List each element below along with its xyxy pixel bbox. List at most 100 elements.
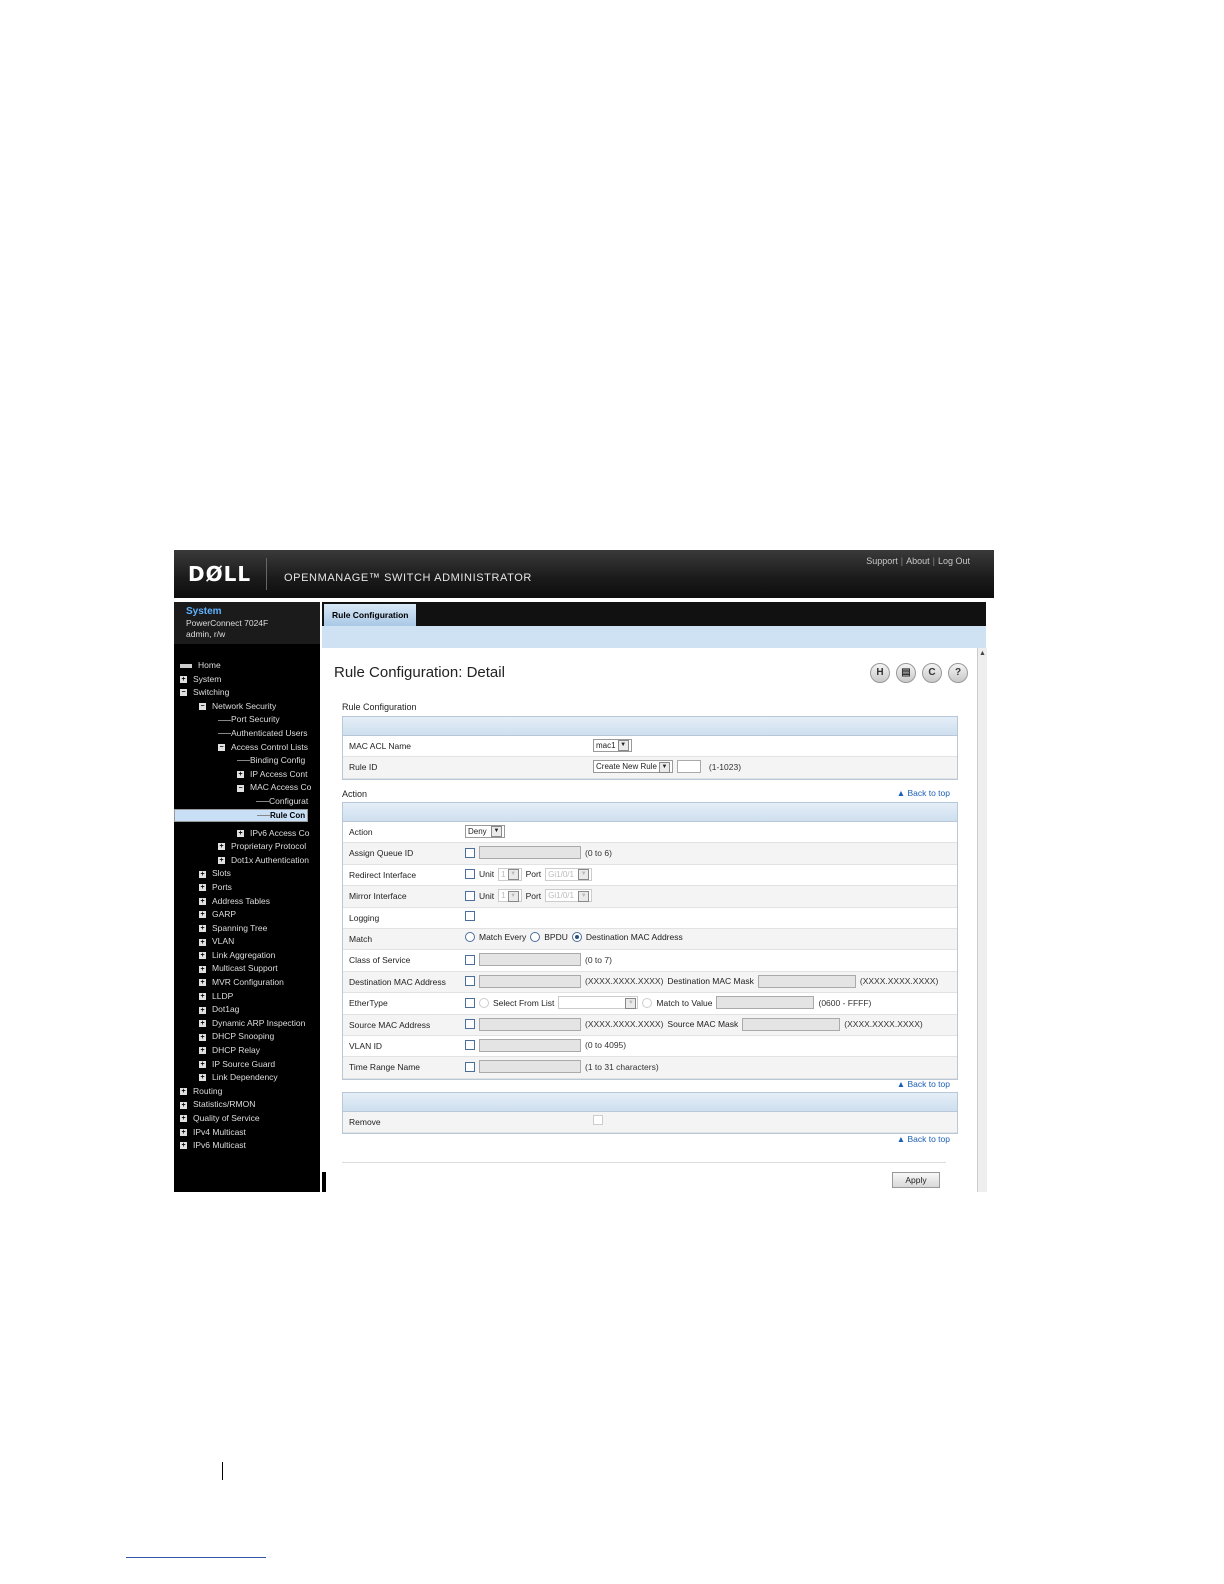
match-to-value-radio[interactable] xyxy=(642,997,653,1008)
expand-icon[interactable]: + xyxy=(180,1088,187,1096)
collapse-icon[interactable]: − xyxy=(218,743,225,751)
save-icon[interactable]: H xyxy=(870,663,890,683)
select-from-list-radio[interactable] xyxy=(479,997,489,1008)
time-range-input[interactable] xyxy=(479,1060,581,1074)
cos-input[interactable] xyxy=(479,953,581,967)
dmask-input[interactable] xyxy=(757,974,856,988)
nav-item[interactable]: + Spanning Tree xyxy=(174,922,320,936)
nav-item[interactable]: + DHCP Relay xyxy=(174,1044,320,1058)
expand-icon[interactable]: + xyxy=(199,1047,206,1055)
collapse-icon[interactable]: − xyxy=(180,689,187,697)
system-title[interactable]: System xyxy=(186,606,222,617)
ethertype-select[interactable]: ▼ xyxy=(558,996,639,1010)
expand-icon[interactable]: + xyxy=(180,1115,187,1123)
expand-icon[interactable]: + xyxy=(180,675,187,683)
nav-item[interactable]: − Switching xyxy=(174,686,320,700)
expand-icon[interactable]: + xyxy=(199,1033,206,1041)
nav-item[interactable]: + IPv6 Multicast xyxy=(174,1139,320,1153)
expand-icon[interactable]: + xyxy=(199,924,206,932)
nav-item[interactable]: + Ports xyxy=(174,881,320,895)
expand-icon[interactable]: + xyxy=(199,992,206,1000)
help-icon[interactable]: ? xyxy=(948,663,968,683)
time-range-checkbox[interactable] xyxy=(465,1061,475,1072)
nav-item[interactable]: + MVR Configuration xyxy=(174,976,320,990)
action-select[interactable]: Deny ▼ xyxy=(465,825,505,838)
smac-checkbox[interactable] xyxy=(465,1019,475,1030)
nav-item[interactable]: + DHCP Snooping xyxy=(174,1030,320,1044)
expand-icon[interactable]: + xyxy=(180,1142,187,1150)
expand-icon[interactable]: + xyxy=(199,897,206,905)
apply-button[interactable]: Apply xyxy=(892,1172,940,1188)
nav-item[interactable]: + Address Tables xyxy=(174,895,320,909)
nav-item[interactable]: + Multicast Support xyxy=(174,962,320,976)
match-every-radio[interactable] xyxy=(465,931,475,942)
expand-icon[interactable]: + xyxy=(199,979,206,987)
print-icon[interactable]: ▤ xyxy=(896,663,916,683)
logout-link[interactable]: Log Out xyxy=(938,556,970,566)
nav-item[interactable]: + Slots xyxy=(174,867,320,881)
remove-checkbox[interactable] xyxy=(593,1115,603,1125)
nav-item[interactable]: + Dot1ag xyxy=(174,1003,320,1017)
nav-item[interactable]: + Routing xyxy=(174,1085,320,1099)
queue-input[interactable] xyxy=(479,846,581,860)
redirect-port-select[interactable]: Gi1/0/1 ▼ xyxy=(545,867,593,881)
nav-item[interactable]: Configurat xyxy=(174,795,320,809)
nav-item[interactable]: + IPv4 Multicast xyxy=(174,1126,320,1140)
smask-input[interactable] xyxy=(742,1017,841,1031)
nav-item[interactable]: + Quality of Service xyxy=(174,1112,320,1126)
nav-item[interactable]: + GARP xyxy=(174,908,320,922)
expand-icon[interactable]: + xyxy=(199,1074,206,1082)
nav-item[interactable]: + Statistics/RMON xyxy=(174,1098,320,1112)
about-link[interactable]: About xyxy=(906,556,930,566)
mirror-port-select[interactable]: Gi1/0/1 ▼ xyxy=(545,889,593,903)
nav-item[interactable]: + Dynamic ARP Inspection xyxy=(174,1017,320,1031)
redirect-unit-select[interactable]: 1 ▼ xyxy=(498,867,522,881)
back-to-top-link[interactable]: ▲ Back to top xyxy=(897,1134,950,1144)
expand-icon[interactable]: + xyxy=(218,843,225,851)
collapse-icon[interactable]: − xyxy=(237,784,244,792)
nav-item[interactable]: − Access Control Lists xyxy=(174,741,320,755)
dmac-input[interactable] xyxy=(479,974,581,988)
queue-checkbox[interactable] xyxy=(465,847,475,858)
collapse-icon[interactable]: − xyxy=(199,703,206,711)
redirect-checkbox[interactable] xyxy=(465,869,475,880)
expand-icon[interactable]: + xyxy=(199,1060,206,1068)
expand-icon[interactable]: + xyxy=(199,1020,206,1028)
nav-item[interactable]: + IP Access Cont xyxy=(174,768,320,782)
nav-item[interactable]: Port Security xyxy=(174,713,320,727)
expand-icon[interactable]: + xyxy=(199,884,206,892)
cos-checkbox[interactable] xyxy=(465,954,475,965)
match-dest-radio[interactable] xyxy=(571,931,582,942)
expand-icon[interactable]: + xyxy=(199,1006,206,1014)
match-bpdu-radio[interactable] xyxy=(530,931,541,942)
nav-item[interactable]: + Link Dependency xyxy=(174,1071,320,1085)
expand-icon[interactable]: + xyxy=(237,771,244,778)
smac-input[interactable] xyxy=(479,1017,581,1031)
nav-item[interactable]: + IP Source Guard xyxy=(174,1058,320,1072)
nav-item[interactable]: + LLDP xyxy=(174,990,320,1004)
expand-icon[interactable]: + xyxy=(199,952,206,960)
nav-item[interactable]: Binding Config xyxy=(174,754,320,768)
ethertype-value-input[interactable] xyxy=(716,996,815,1010)
mirror-unit-select[interactable]: 1 ▼ xyxy=(498,889,522,903)
mirror-checkbox[interactable] xyxy=(465,890,475,901)
rule-id-select[interactable]: Create New Rule ▼ xyxy=(593,760,673,774)
acl-name-select[interactable]: mac1 ▼ xyxy=(593,739,632,752)
ethertype-checkbox[interactable] xyxy=(465,997,475,1008)
refresh-icon[interactable]: C xyxy=(922,663,942,683)
nav-item[interactable]: Authenticated Users xyxy=(174,727,320,741)
support-link[interactable]: Support xyxy=(866,556,898,566)
expand-icon[interactable]: + xyxy=(237,829,244,837)
nav-item[interactable]: + IPv6 Access Co xyxy=(174,827,320,841)
nav-item[interactable]: − Network Security xyxy=(174,700,320,714)
nav-item[interactable]: Home xyxy=(174,659,320,673)
nav-item[interactable]: + Dot1x Authentication xyxy=(174,854,320,868)
nav-item[interactable]: + System xyxy=(174,673,320,687)
back-to-top-link[interactable]: ▲ Back to top xyxy=(897,788,950,798)
vlan-checkbox[interactable] xyxy=(465,1040,475,1051)
expand-icon[interactable]: + xyxy=(180,1128,187,1136)
expand-icon[interactable]: + xyxy=(199,911,206,919)
nav-item[interactable]: + VLAN xyxy=(174,935,320,949)
scroll-up-icon[interactable]: ▲ xyxy=(979,650,986,657)
tab-rule-configuration[interactable]: Rule Configuration xyxy=(324,604,416,626)
